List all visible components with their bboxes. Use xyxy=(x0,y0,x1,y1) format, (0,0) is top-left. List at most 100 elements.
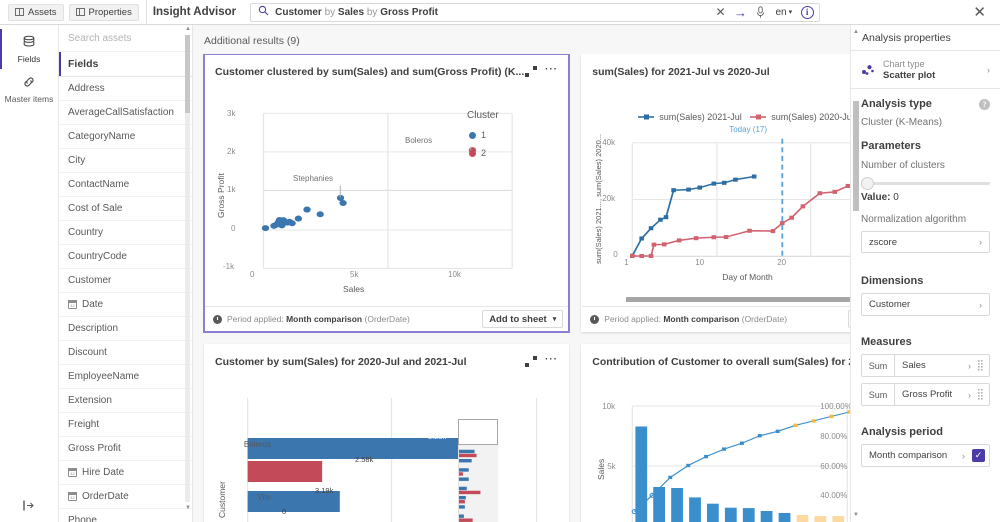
card-line-comparison[interactable]: sum(Sales) for 2021-Jul vs 2020-Jul ⋯ su… xyxy=(581,54,850,332)
analysis-period-checkbox[interactable]: ✓ xyxy=(972,449,985,462)
drag-handle-icon[interactable] xyxy=(976,360,989,371)
measures-section: Measures Sum Sales › Sum Gross Profit › xyxy=(851,336,1000,406)
field-item-city[interactable]: City xyxy=(59,149,192,173)
submit-search-icon[interactable]: → xyxy=(730,3,750,22)
assets-scrollbar[interactable]: ▲ ▼ xyxy=(185,26,191,511)
search-assets-input[interactable]: Search assets xyxy=(59,25,192,52)
rail-item-master-items[interactable]: Master items xyxy=(0,69,58,109)
expand-icon[interactable] xyxy=(524,65,538,79)
field-item-categoryname[interactable]: CategoryName xyxy=(59,125,192,149)
scroll-down-icon[interactable]: ▼ xyxy=(185,505,191,511)
dimension-customer[interactable]: Customer › xyxy=(861,293,990,316)
field-item-orderdate[interactable]: OrderDate xyxy=(59,485,192,509)
field-label: EmployeeName xyxy=(68,371,140,382)
bar-chart[interactable]: Boleros Vite Stephanies Customer 8.28k 2… xyxy=(205,378,568,522)
y-axis-title: Gross Profit xyxy=(216,173,226,218)
results-count-label: Additional results (9) xyxy=(204,35,300,47)
scroll-down-icon[interactable]: ▼ xyxy=(853,512,859,518)
analysis-period-row[interactable]: Month comparison › ✓ xyxy=(861,444,990,467)
field-item-customer[interactable]: Customer xyxy=(59,269,192,293)
measure-gross-profit[interactable]: Sum Gross Profit › xyxy=(861,383,990,406)
today-reference-label: Today (17) xyxy=(729,125,768,134)
legend-item-2021[interactable]: sum(Sales) 2021-Jul xyxy=(638,112,742,122)
card-header: Customer by sum(Sales) for 2020-Jul and … xyxy=(205,345,568,378)
fields-list[interactable]: Address AverageCallSatisfaction CategoryNa… xyxy=(59,77,192,522)
assets-panel: Search assets Fields Address AverageCallS… xyxy=(59,25,193,522)
expand-icon[interactable] xyxy=(524,355,538,369)
field-item-description[interactable]: Description xyxy=(59,317,192,341)
more-options-icon[interactable]: ⋯ xyxy=(540,62,560,78)
pareto-chart[interactable]: ……………………………… 10k 5k 0 100.00% 80.00% 60.… xyxy=(582,378,850,522)
field-label: CategoryName xyxy=(68,131,136,142)
line-chart[interactable]: sum(Sales) 2021-Jul sum(Sales) 2020-Jul xyxy=(582,88,850,306)
card-pareto-contribution[interactable]: Contribution of Customer to overall sum(… xyxy=(581,344,850,522)
search-input[interactable]: Customer by Sales by Gross Profit xyxy=(275,7,710,18)
minimap-scrollbar[interactable] xyxy=(458,419,498,522)
resize-handle-icon[interactable] xyxy=(22,500,36,514)
normalization-select[interactable]: zscore › xyxy=(861,231,990,253)
field-item-hire-date[interactable]: Hire Date xyxy=(59,461,192,485)
analysis-properties-panel: ▲ ▼ Analysis properties Chart type Scatt… xyxy=(850,25,1000,522)
close-icon[interactable]: ✕ xyxy=(967,3,992,21)
analysis-period-header: Analysis period xyxy=(861,426,943,438)
cluster-value: Value: 0 xyxy=(861,192,990,203)
field-label: Gross Profit xyxy=(68,443,121,454)
scrollbar-thumb[interactable] xyxy=(853,101,859,211)
legend-item-2020[interactable]: sum(Sales) 2020-Jul xyxy=(750,112,850,122)
properties-button[interactable]: Properties xyxy=(68,3,139,21)
legend-item-1[interactable]: 1 xyxy=(469,130,486,140)
field-item-averagecallsatisfaction[interactable]: AverageCallSatisfaction xyxy=(59,101,192,125)
clear-search-icon[interactable]: ✕ xyxy=(710,3,730,22)
assets-button[interactable]: Assets xyxy=(8,3,64,21)
measure-sales[interactable]: Sum Sales › xyxy=(861,354,990,377)
measure-name: Sales xyxy=(902,360,926,371)
legend-item-2[interactable]: 2 xyxy=(469,148,486,158)
number-of-clusters-slider[interactable] xyxy=(861,176,990,190)
chart-type-texts: Chart type Scatter plot xyxy=(883,58,935,82)
field-item-cost-of-sale[interactable]: Cost of Sale xyxy=(59,197,192,221)
card-scatter-cluster[interactable]: Customer clustered by sum(Sales) and sum… xyxy=(204,54,570,332)
field-item-discount[interactable]: Discount xyxy=(59,341,192,365)
x-tick-10k: 10k xyxy=(448,270,461,279)
chevron-right-icon: › xyxy=(987,64,990,75)
period-prefix: Period applied: xyxy=(604,314,661,324)
microphone-icon[interactable] xyxy=(750,3,770,22)
field-item-freight[interactable]: Freight xyxy=(59,413,192,437)
drag-handle-icon[interactable] xyxy=(976,389,989,400)
panel-scrollbar[interactable]: ▲ ▼ xyxy=(853,29,859,518)
clock-icon xyxy=(213,314,222,324)
scroll-up-icon[interactable]: ▲ xyxy=(853,29,859,35)
field-item-phone[interactable]: Phone xyxy=(59,509,192,522)
field-label: Cost of Sale xyxy=(68,203,123,214)
field-label: Customer xyxy=(68,275,112,286)
field-item-contactname[interactable]: ContactName xyxy=(59,173,192,197)
card-title: Customer clustered by sum(Sales) and sum… xyxy=(215,65,525,78)
more-options-icon[interactable]: ⋯ xyxy=(540,352,560,368)
legend-label-1: 1 xyxy=(481,130,487,140)
horizontal-scrollbar[interactable] xyxy=(626,297,850,302)
minimap-viewport[interactable] xyxy=(458,419,498,445)
scatter-chart[interactable]: 3k 2k 1k 0 -1k 0 5k 10k Sales Gross Prof… xyxy=(205,88,568,306)
scrollbar-thumb[interactable] xyxy=(185,35,190,113)
field-label: Hire Date xyxy=(82,467,125,478)
add-to-sheet-button[interactable]: Add to sheet ▾ xyxy=(482,310,564,328)
field-item-country[interactable]: Country xyxy=(59,221,192,245)
field-item-address[interactable]: Address xyxy=(59,77,192,101)
card-bar-customer[interactable]: Customer by sum(Sales) for 2020-Jul and … xyxy=(204,344,570,522)
field-item-employeename[interactable]: EmployeeName xyxy=(59,365,192,389)
field-item-gross-profit[interactable]: Gross Profit xyxy=(59,437,192,461)
field-label: Phone xyxy=(68,515,97,522)
scroll-up-icon[interactable]: ▲ xyxy=(185,26,191,32)
search-bar[interactable]: Customer by Sales by Gross Profit ✕ → en… xyxy=(250,2,821,22)
language-selector[interactable]: en ▾ xyxy=(770,7,797,18)
chart-type-row[interactable]: Chart type Scatter plot › xyxy=(851,51,1000,89)
field-item-date[interactable]: Date xyxy=(59,293,192,317)
field-item-extension[interactable]: Extension xyxy=(59,389,192,413)
info-button[interactable]: i xyxy=(797,3,817,22)
period-prefix: Period applied: xyxy=(227,314,284,324)
rail-item-fields[interactable]: Fields xyxy=(0,29,58,69)
calendar-icon xyxy=(68,492,77,501)
field-item-countrycode[interactable]: CountryCode xyxy=(59,245,192,269)
help-icon[interactable]: ? xyxy=(979,98,990,110)
slider-knob[interactable] xyxy=(861,177,874,190)
